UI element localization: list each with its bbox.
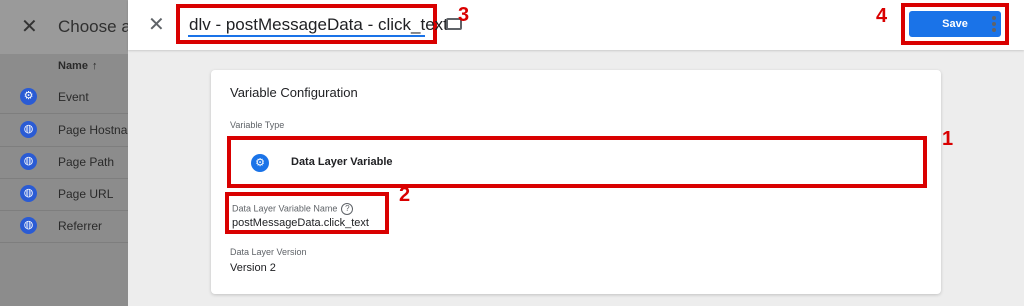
list-item[interactable]: ◍ Page URL	[0, 178, 130, 211]
column-header-name[interactable]: Name ↑	[58, 60, 97, 72]
dlv-name-highlight: Data Layer Variable Name? postMessageDat…	[225, 192, 389, 234]
list-item-label: Event	[58, 90, 89, 104]
arrow-up-icon: ↑	[91, 60, 98, 72]
list-item-label: Page Path	[58, 155, 115, 169]
list-item-label: Page Hostnar	[58, 123, 132, 137]
gear-icon: ⚙	[251, 154, 269, 172]
list-item-label: Page URL	[58, 187, 114, 201]
dlv-name-field[interactable]: postMessageData.click_text	[232, 217, 369, 229]
card-title: Variable Configuration	[230, 85, 358, 100]
variable-configuration-card: Variable Configuration Variable Type ⚙ D…	[211, 70, 941, 294]
list-item-label: Referrer	[58, 219, 103, 233]
annotation-badge-1: 1	[942, 128, 954, 150]
picker-close-icon[interactable]: ✕	[21, 14, 38, 39]
save-button[interactable]: Save	[909, 11, 1001, 37]
input-underline	[188, 35, 425, 37]
variable-picker-panel: ✕ Choose a Name ↑ ⚙ Event ◍ Page Hostnar …	[0, 0, 132, 306]
dlv-version-value[interactable]: Version 2	[230, 262, 276, 274]
variable-type-name: Data Layer Variable	[291, 156, 393, 168]
annotation-badge-3: 3	[458, 4, 470, 26]
globe-icon: ◍	[20, 121, 37, 138]
variable-type-selector[interactable]: ⚙ Data Layer Variable	[227, 136, 927, 188]
more-vert-icon[interactable]	[992, 16, 996, 34]
dlv-version-label: Data Layer Version	[230, 247, 307, 257]
list-item[interactable]: ◍ Page Hostnar	[0, 114, 132, 147]
globe-icon: ◍	[20, 217, 37, 234]
picker-title: Choose a	[58, 17, 131, 36]
picker-header: ✕ Choose a	[0, 0, 131, 54]
dlv-name-label: Data Layer Variable Name?	[232, 203, 354, 215]
variable-name-input[interactable]: dlv - postMessageData - click_text	[189, 15, 448, 35]
globe-icon: ◍	[20, 153, 37, 170]
globe-icon: ◍	[20, 185, 37, 202]
editor-header: ✕ dlv - postMessageData - click_text 3 4…	[128, 0, 1024, 50]
annotation-badge-4: 4	[876, 5, 888, 27]
variable-name-highlight: dlv - postMessageData - click_text	[176, 4, 448, 44]
annotation-badge-2: 2	[399, 184, 411, 206]
variable-type-label: Variable Type	[230, 120, 285, 130]
gear-icon: ⚙	[20, 88, 37, 105]
list-item[interactable]: ◍ Referrer	[0, 210, 130, 243]
variable-editor-sheet: ✕ dlv - postMessageData - click_text 3 4…	[128, 0, 1024, 306]
list-item[interactable]: ⚙ Event	[0, 81, 130, 114]
list-item[interactable]: ◍ Page Path	[0, 146, 130, 179]
close-icon[interactable]: ✕	[148, 12, 165, 37]
help-icon[interactable]: ?	[341, 203, 354, 215]
